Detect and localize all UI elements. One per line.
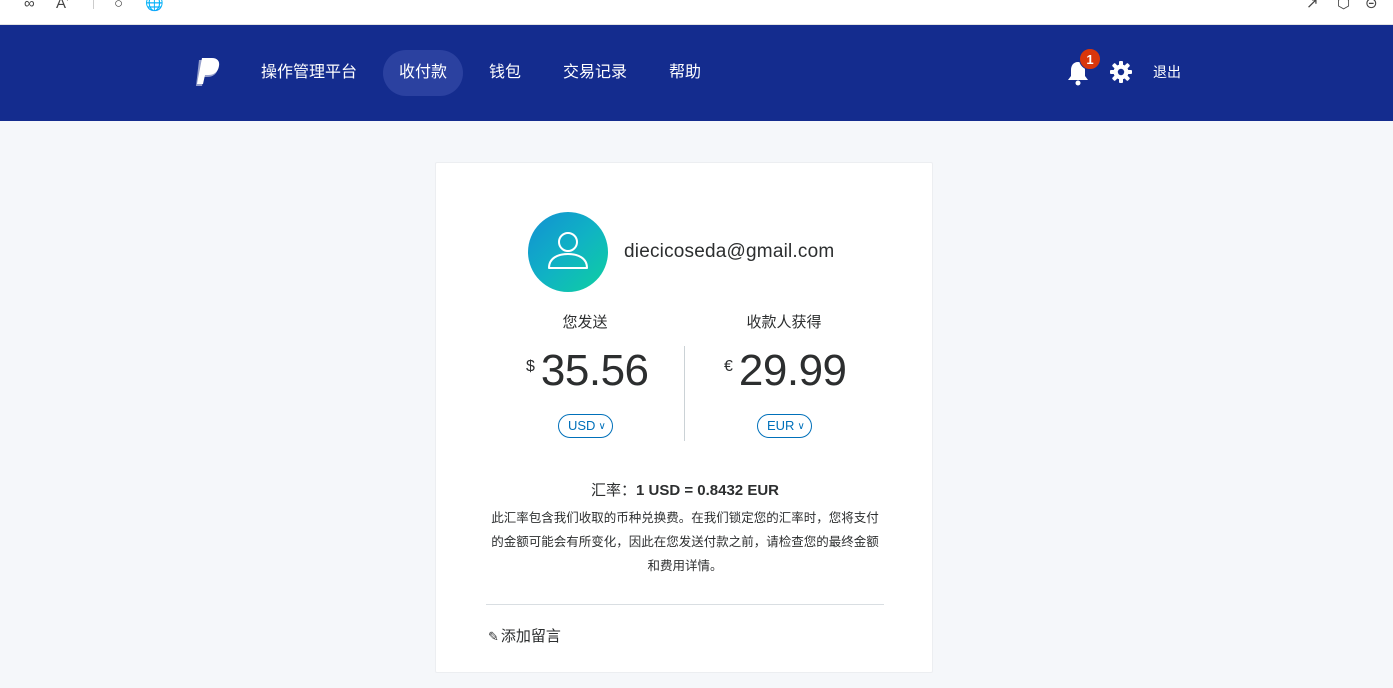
browser-toolbar: ∞ Aʼ ○ 🌐 ↗ ⬡ ⊝ [0, 0, 1393, 25]
receive-currency-label: EUR [767, 418, 795, 433]
nav-item-help[interactable]: 帮助 [653, 50, 717, 96]
send-amount[interactable]: $35.56 [526, 346, 649, 396]
exchange-rate-prefix: 汇率： [590, 482, 636, 499]
trend-icon[interactable]: ↗ [1306, 0, 1319, 11]
receive-amount-value: 29.99 [738, 346, 847, 395]
receive-currency-select[interactable]: EUR ∨ [757, 414, 812, 438]
cube-icon[interactable]: ⬡ [1337, 0, 1350, 11]
user-icon [548, 232, 588, 269]
avatar [528, 212, 608, 292]
usd-symbol: $ [526, 358, 535, 375]
notification-badge[interactable]: 1 [1079, 48, 1101, 70]
read-aloud-icon[interactable]: Aʼ [56, 0, 69, 11]
nav-item-dashboard[interactable]: 操作管理平台 [245, 50, 373, 96]
chevron-down-icon: ∨ [598, 421, 606, 432]
add-note-label: 添加留言 [500, 628, 561, 645]
send-currency-label: USD [568, 418, 596, 433]
toolbar-separator [93, 0, 94, 9]
recipient-email: diecicoseda@gmail.com [624, 241, 835, 262]
send-amount-value: 35.56 [540, 346, 649, 395]
account-icon[interactable]: ⊝ [1365, 0, 1378, 11]
gear-icon[interactable] [1110, 61, 1132, 83]
add-note-link[interactable]: ✎ 添加留言 [488, 625, 561, 646]
pencil-icon: ✎ [488, 629, 499, 644]
you-send-label: 您发送 [562, 314, 608, 331]
eur-symbol: € [724, 358, 733, 375]
paypal-logo-icon[interactable] [193, 58, 221, 88]
nav-item-activity[interactable]: 交易记录 [547, 50, 643, 96]
exchange-rate-note: 此汇率包含我们收取的币种兑换费。在我们锁定您的汇率时，您将支付的金额可能会有所变… [491, 511, 879, 573]
column-divider [684, 346, 685, 441]
exchange-rate-value: 1 USD = 0.8432 EUR [636, 482, 779, 499]
link-icon[interactable]: ∞ [24, 0, 35, 11]
nav-item-wallet[interactable]: 钱包 [473, 50, 537, 96]
exchange-rate: 汇率：1 USD = 0.8432 EUR [436, 479, 934, 500]
top-navigation: 操作管理平台 收付款 钱包 交易记录 帮助 1 退出 [0, 25, 1393, 121]
globe-icon[interactable]: 🌐 [145, 0, 164, 11]
payment-review-card: diecicoseda@gmail.com 您发送 收款人获得 $35.56 €… [435, 162, 933, 673]
chevron-down-icon: ∨ [797, 421, 805, 432]
recipient-gets-label: 收款人获得 [746, 314, 822, 331]
send-currency-select[interactable]: USD ∨ [558, 414, 613, 438]
circle-icon[interactable]: ○ [114, 0, 123, 11]
receive-amount[interactable]: €29.99 [724, 346, 847, 396]
nav-item-send-receive[interactable]: 收付款 [383, 50, 464, 96]
section-divider [486, 604, 884, 605]
logout-link[interactable]: 退出 [1153, 62, 1181, 82]
